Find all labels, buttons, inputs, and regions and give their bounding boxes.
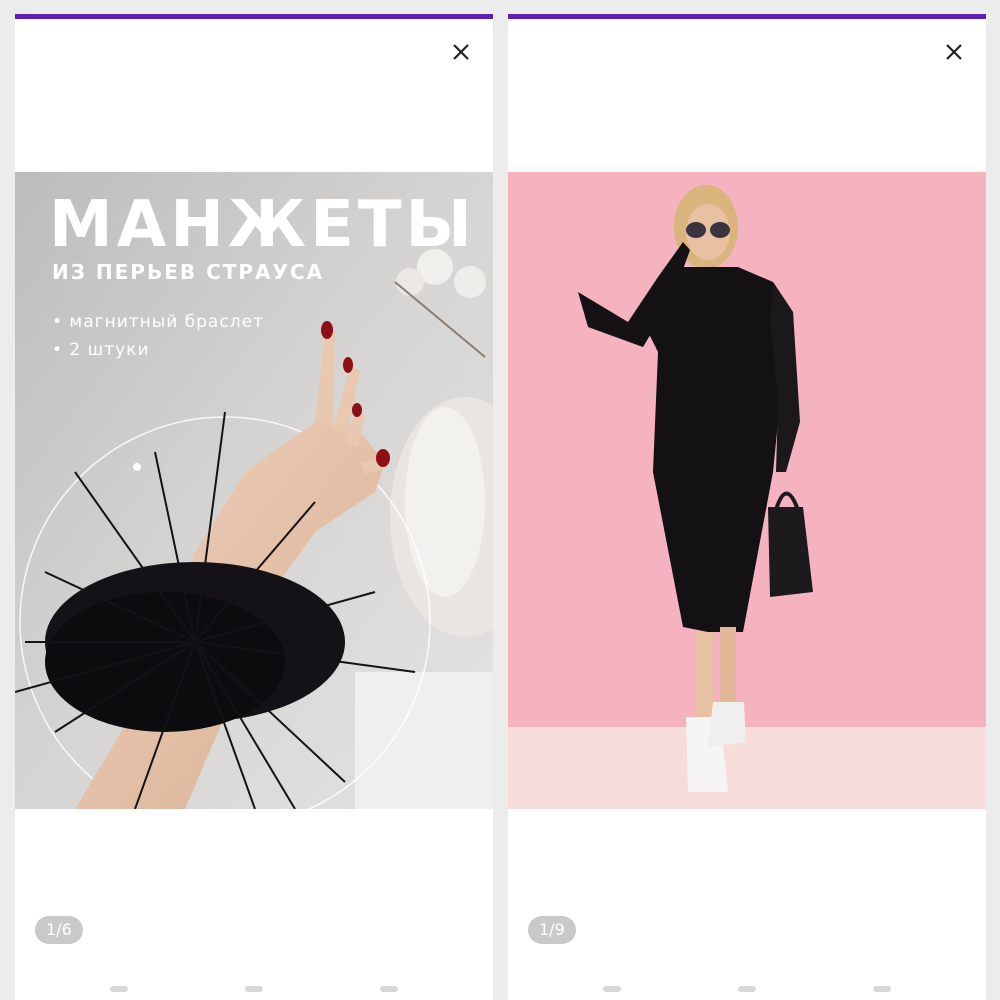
promo-title: МАНЖЕТЫ bbox=[49, 188, 476, 262]
promo-bullet: • магнитный браслет bbox=[52, 312, 264, 332]
close-button[interactable] bbox=[447, 38, 475, 66]
story-viewer-right: 1/9 bbox=[508, 14, 986, 1000]
story-progress-fill bbox=[15, 14, 493, 19]
black-dress-model-image bbox=[508, 172, 986, 809]
story-progress-bar bbox=[15, 14, 493, 19]
product-photo-feather-cuffs[interactable]: МАНЖЕТЫ ИЗ ПЕРЬЕВ СТРАУСА • магнитный бр… bbox=[15, 172, 493, 809]
story-progress-bar bbox=[508, 14, 986, 19]
product-photo-black-dress[interactable] bbox=[508, 172, 986, 809]
image-counter: 1/9 bbox=[528, 916, 576, 944]
promo-bullet: • 2 штуки bbox=[52, 340, 150, 360]
close-icon bbox=[453, 44, 469, 60]
story-progress-fill bbox=[508, 14, 986, 19]
image-counter: 1/6 bbox=[35, 916, 83, 944]
bottom-indicator bbox=[15, 986, 493, 1000]
bottom-indicator bbox=[508, 986, 986, 1000]
story-viewer-left: МАНЖЕТЫ ИЗ ПЕРЬЕВ СТРАУСА • магнитный бр… bbox=[15, 14, 493, 1000]
promo-subtitle: ИЗ ПЕРЬЕВ СТРАУСА bbox=[52, 260, 325, 284]
close-button[interactable] bbox=[940, 38, 968, 66]
close-icon bbox=[946, 44, 962, 60]
